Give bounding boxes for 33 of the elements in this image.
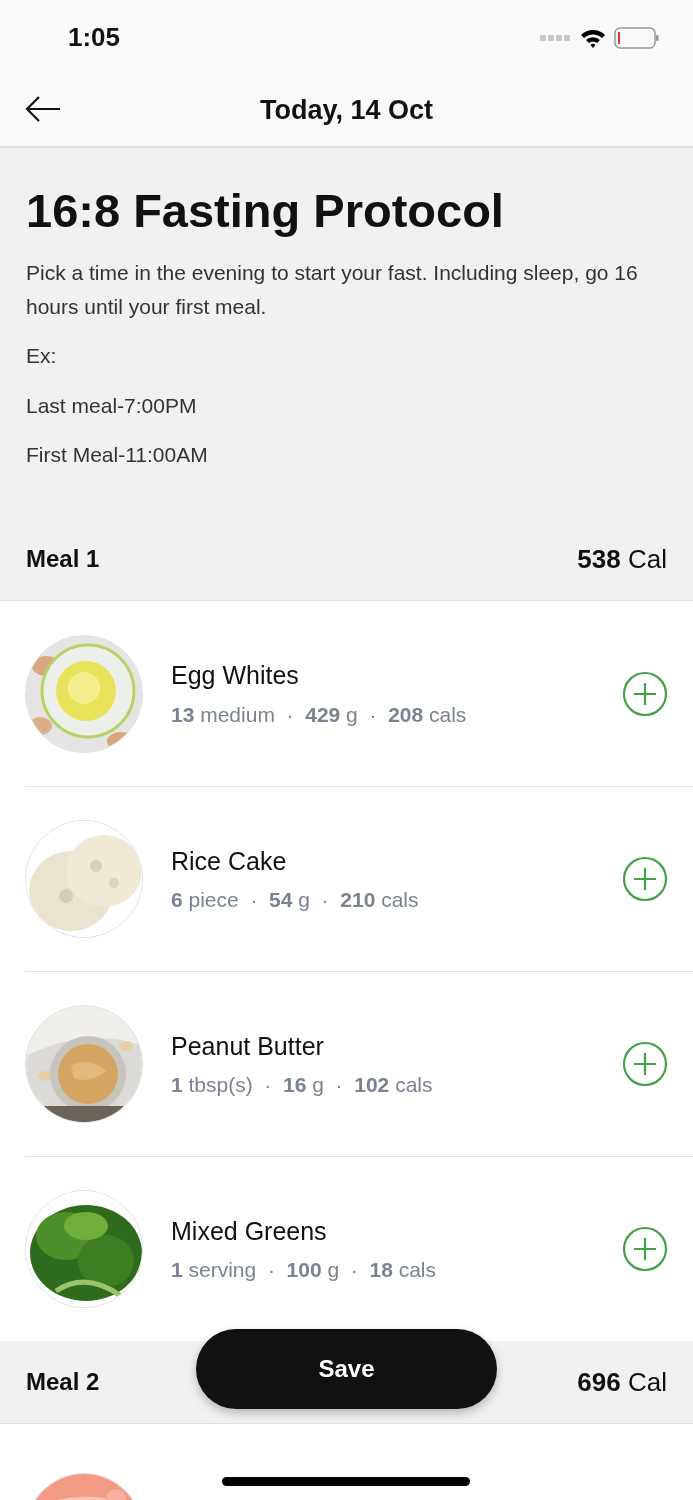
meal-title: Meal 2 [26, 1367, 100, 1397]
page-title: Today, 14 Oct [259, 94, 434, 128]
add-button[interactable] [622, 1226, 668, 1272]
food-name: Egg Whites [171, 660, 300, 691]
signal-icon [540, 33, 572, 42]
status-time: 1:05 [68, 21, 121, 54]
back-button[interactable] [24, 95, 62, 123]
food-details: 1 tbsp(s) · 16 g · 102 cals [171, 1072, 434, 1098]
description-text: Ex: [26, 343, 58, 370]
add-button[interactable] [622, 670, 668, 717]
plus-icon [622, 1041, 668, 1087]
food-name: Mixed Greens [171, 1215, 328, 1247]
save-button[interactable]: Save [196, 1329, 497, 1409]
food-details: 13 medium · 429 g · 208 cals [171, 701, 468, 728]
meal-title: Meal 1 [26, 544, 100, 574]
add-button[interactable] [622, 1041, 668, 1087]
description-text: Pick a time in the evening to start your fast. Including sleep, go 16 hours until your first meal. [26, 260, 639, 320]
food-name: Rice Cake [171, 845, 288, 877]
protocol-title: 16:8 Fasting Protocol [26, 184, 505, 239]
plus-icon [622, 856, 668, 902]
food-details: 6 piece · 54 g · 210 cals [171, 887, 420, 913]
add-button[interactable] [622, 856, 668, 902]
meal-calories: 696 Cal [577, 1365, 667, 1399]
back-arrow-icon [24, 95, 62, 123]
description-text: First Meal-11:00AM [26, 442, 209, 469]
meal-calories: 538 Cal [577, 542, 667, 576]
description-text: Last meal-7:00PM [26, 392, 198, 419]
wifi-icon [580, 27, 606, 48]
plus-icon [622, 1226, 668, 1272]
plus-icon [622, 670, 668, 717]
food-details: 1 serving · 100 g · 18 cals [171, 1257, 437, 1283]
food-name: Peanut Butter [171, 1030, 325, 1062]
battery-icon [614, 26, 659, 49]
